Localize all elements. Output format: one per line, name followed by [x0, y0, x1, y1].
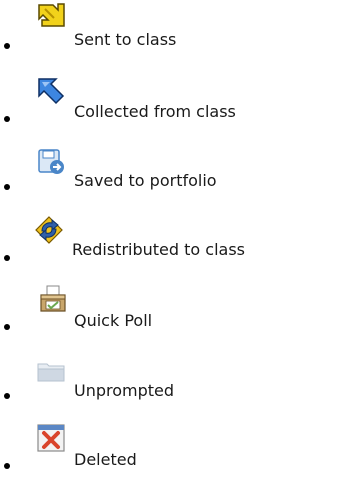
status-legend-list: Sent to class Collected from class Saved…: [0, 0, 339, 493]
folder-icon: [36, 357, 66, 387]
legend-item-collected-from-class: Collected from class: [0, 70, 339, 122]
legend-item-sent-to-class: Sent to class: [0, 0, 339, 49]
legend-label: Collected from class: [74, 102, 236, 121]
sent-arrow-icon: [36, 1, 66, 31]
collected-arrow-icon: [36, 76, 66, 106]
bullet: [4, 184, 10, 190]
legend-item-quick-poll: Quick Poll: [0, 280, 339, 330]
deleted-x-icon: [36, 423, 66, 453]
legend-label: Redistributed to class: [72, 240, 245, 259]
legend-item-saved-to-portfolio: Saved to portfolio: [0, 140, 339, 190]
bullet: [4, 463, 10, 469]
bullet: [4, 324, 10, 330]
quick-poll-box-icon: [38, 284, 68, 314]
legend-item-unprompted: Unprompted: [0, 350, 339, 400]
bullet: [4, 255, 10, 261]
bullet: [4, 393, 10, 399]
legend-label: Sent to class: [74, 30, 177, 49]
redistribute-icon: [34, 215, 64, 245]
legend-label: Unprompted: [74, 381, 175, 400]
legend-item-redistributed-to-class: Redistributed to class: [0, 210, 339, 261]
save-portfolio-icon: [36, 147, 66, 177]
legend-label: Saved to portfolio: [74, 171, 217, 190]
legend-label: Deleted: [74, 450, 137, 469]
legend-item-deleted: Deleted: [0, 420, 339, 469]
bullet: [4, 116, 10, 122]
legend-label: Quick Poll: [74, 311, 153, 330]
bullet: [4, 43, 10, 49]
